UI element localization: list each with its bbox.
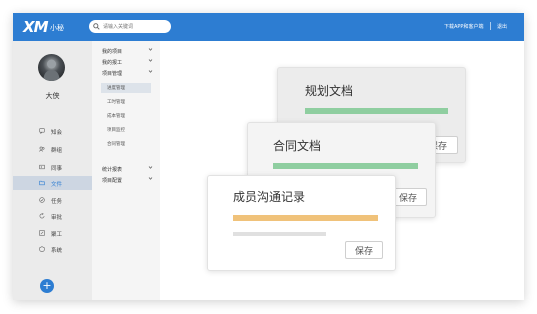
- user-name: 大侠: [45, 92, 60, 100]
- chevron-down-icon: [148, 166, 153, 169]
- sidebar-item-colleagues[interactable]: 同事: [13, 160, 92, 174]
- submenu-item-label: 工时管理: [107, 100, 125, 105]
- header-divider: [490, 22, 491, 30]
- avatar[interactable]: [38, 54, 65, 81]
- submenu-item-progress[interactable]: 进度管理: [101, 83, 151, 93]
- top-bar: XM 小秘 下载APP和客户端 退出: [13, 13, 524, 41]
- sidebar-item-label: 知会: [51, 130, 63, 136]
- contact-card-icon: [39, 164, 45, 170]
- search-icon: [93, 23, 100, 30]
- document-title: 规划文档: [305, 84, 354, 98]
- submenu-group-label: 项目配置: [102, 178, 123, 184]
- submenu-group-statistics[interactable]: 统计报表: [92, 164, 160, 173]
- sidebar-item-tools[interactable]: 聚工: [13, 226, 92, 240]
- sidebar-item-groups[interactable]: 群组: [13, 142, 92, 156]
- submenu-group-configuration[interactable]: 项目配置: [92, 175, 160, 184]
- logo-subtext: 小秘: [50, 24, 64, 32]
- document-card-communication[interactable]: 成员沟通记录 保存: [207, 175, 396, 271]
- document-title: 成员沟通记录: [233, 190, 306, 204]
- download-app-link[interactable]: 下载APP和客户端: [444, 23, 483, 30]
- sidebar-item-label: 群组: [51, 148, 63, 154]
- submenu-group-label: 我的项目: [102, 49, 123, 55]
- submenu-item-hours[interactable]: 工时管理: [101, 97, 151, 107]
- sidebar-item-files[interactable]: 文件: [13, 176, 92, 190]
- submenu-group-label: 我的报工: [102, 60, 123, 66]
- avatar-image: [43, 59, 60, 81]
- sidebar-item-label: 聚工: [51, 232, 63, 238]
- submenu-item-monitor[interactable]: 项目监控: [101, 125, 151, 135]
- logo-text: XM: [23, 18, 48, 36]
- submenu-group-my-reports[interactable]: 我的报工: [92, 57, 160, 66]
- document-placeholder-line: [233, 232, 326, 236]
- sidebar-item-label: 同事: [51, 166, 63, 172]
- main-content: 规划文档 保存 合同文档 保存 成员沟通记录 保存: [160, 41, 524, 300]
- sidebar-item-notify[interactable]: 知会: [13, 124, 92, 138]
- document-progress-bar: [305, 108, 448, 114]
- sidebar: 大侠 知会 群组 同事 文件 任务 审批 聚工 系统 +: [13, 41, 92, 300]
- group-icon: [39, 146, 45, 152]
- search-input[interactable]: [103, 21, 167, 32]
- app-window: XM 小秘 下载APP和客户端 退出 大侠 知会 群组: [13, 13, 524, 300]
- chevron-down-icon: [148, 177, 153, 180]
- system-icon: [39, 246, 45, 252]
- submenu-group-project-management[interactable]: 项目管理: [92, 68, 160, 77]
- save-button[interactable]: 保存: [345, 241, 383, 259]
- chevron-down-icon: [148, 48, 153, 51]
- submenu-item-label: 进度管理: [107, 86, 125, 91]
- logout-link[interactable]: 退出: [497, 23, 507, 30]
- search-box[interactable]: [89, 20, 171, 33]
- submenu-item-contract[interactable]: 合同管理: [101, 139, 151, 149]
- chevron-down-icon: [148, 70, 153, 73]
- document-title: 合同文档: [273, 139, 322, 153]
- folder-icon: [39, 180, 45, 186]
- submenu-item-cost[interactable]: 成本管理: [101, 111, 151, 121]
- task-icon: [39, 197, 45, 203]
- sidebar-item-label: 任务: [51, 199, 63, 205]
- submenu-group-label: 统计报表: [102, 167, 123, 173]
- sidebar-item-tasks[interactable]: 任务: [13, 193, 92, 207]
- submenu-group-my-projects[interactable]: 我的项目: [92, 46, 160, 55]
- sidebar-item-label: 审批: [51, 215, 63, 221]
- sidebar-item-label: 文件: [51, 182, 63, 188]
- submenu-item-label: 合同管理: [107, 142, 125, 147]
- chat-icon: [39, 128, 45, 134]
- add-button[interactable]: +: [40, 279, 54, 293]
- sidebar-item-label: 系统: [51, 248, 63, 254]
- document-progress-bar: [233, 215, 378, 221]
- tool-icon: [39, 230, 45, 236]
- submenu-group-label: 项目管理: [102, 71, 123, 77]
- sidebar-item-system[interactable]: 系统: [13, 242, 92, 256]
- approval-icon: [39, 213, 45, 219]
- chevron-down-icon: [148, 59, 153, 62]
- project-submenu: 我的项目 我的报工 项目管理 进度管理 工时管理 成本管理 项目监控 合同管理 …: [92, 41, 160, 300]
- submenu-item-label: 成本管理: [107, 114, 125, 119]
- sidebar-item-approval[interactable]: 审批: [13, 209, 92, 223]
- submenu-item-label: 项目监控: [107, 128, 125, 133]
- document-progress-bar: [273, 163, 418, 169]
